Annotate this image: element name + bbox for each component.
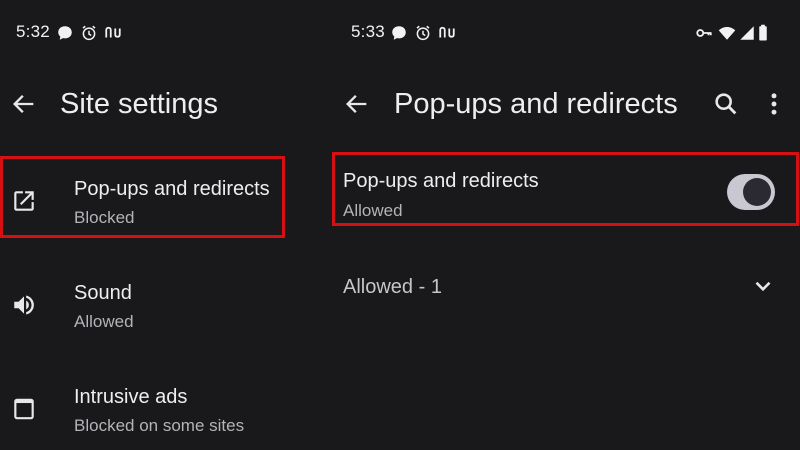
setting-subtitle: Allowed bbox=[343, 201, 403, 220]
search-icon[interactable] bbox=[712, 90, 740, 118]
setting-title: Pop-ups and redirects bbox=[343, 170, 539, 192]
page-title: Pop-ups and redirects bbox=[394, 88, 678, 120]
list-item-popups[interactable]: Pop-ups and redirects Blocked bbox=[0, 160, 320, 238]
status-time: 5:33 bbox=[351, 22, 385, 41]
alarm-icon bbox=[414, 24, 432, 42]
chat-bubble-icon bbox=[56, 24, 74, 42]
page-title: Site settings bbox=[60, 88, 218, 120]
popups-toggle[interactable] bbox=[727, 174, 775, 210]
square-icon bbox=[11, 396, 37, 422]
nu-icon bbox=[438, 24, 456, 42]
list-item-sound[interactable]: Sound Allowed bbox=[0, 270, 320, 342]
list-item-intrusive-ads[interactable]: Intrusive ads Blocked on some sites bbox=[0, 374, 320, 446]
left-screen: 5:32 Site settings Pop-ups and redirects… bbox=[0, 0, 320, 450]
list-item-subtitle: Blocked on some sites bbox=[74, 416, 245, 435]
more-vert-icon[interactable] bbox=[760, 90, 788, 118]
back-arrow-icon[interactable] bbox=[10, 90, 38, 118]
chat-bubble-icon bbox=[390, 24, 408, 42]
wifi-icon bbox=[718, 24, 736, 42]
list-item-title: Intrusive ads bbox=[74, 386, 188, 408]
open-in-new-icon bbox=[11, 188, 37, 214]
right-screen: 5:33 Pop-ups and redirects Pop-ups and r… bbox=[320, 0, 800, 450]
battery-icon bbox=[757, 24, 769, 42]
toggle-knob bbox=[743, 178, 771, 206]
list-item-title: Pop-ups and redirects bbox=[74, 178, 270, 200]
setting-popups-and-redirects[interactable]: Pop-ups and redirects Allowed bbox=[332, 153, 800, 225]
allowed-section[interactable]: Allowed - 1 bbox=[332, 262, 800, 312]
key-icon bbox=[695, 24, 713, 42]
alarm-icon bbox=[80, 24, 98, 42]
list-item-subtitle: Blocked bbox=[74, 208, 135, 227]
volume-icon bbox=[11, 292, 37, 318]
section-label: Allowed - 1 bbox=[343, 276, 442, 298]
list-item-title: Sound bbox=[74, 282, 132, 304]
list-item-subtitle: Allowed bbox=[74, 312, 134, 331]
status-time: 5:32 bbox=[16, 22, 50, 41]
chevron-down-icon[interactable] bbox=[750, 273, 776, 299]
signal-icon bbox=[738, 24, 756, 42]
nu-icon bbox=[104, 24, 122, 42]
back-arrow-icon[interactable] bbox=[343, 90, 371, 118]
